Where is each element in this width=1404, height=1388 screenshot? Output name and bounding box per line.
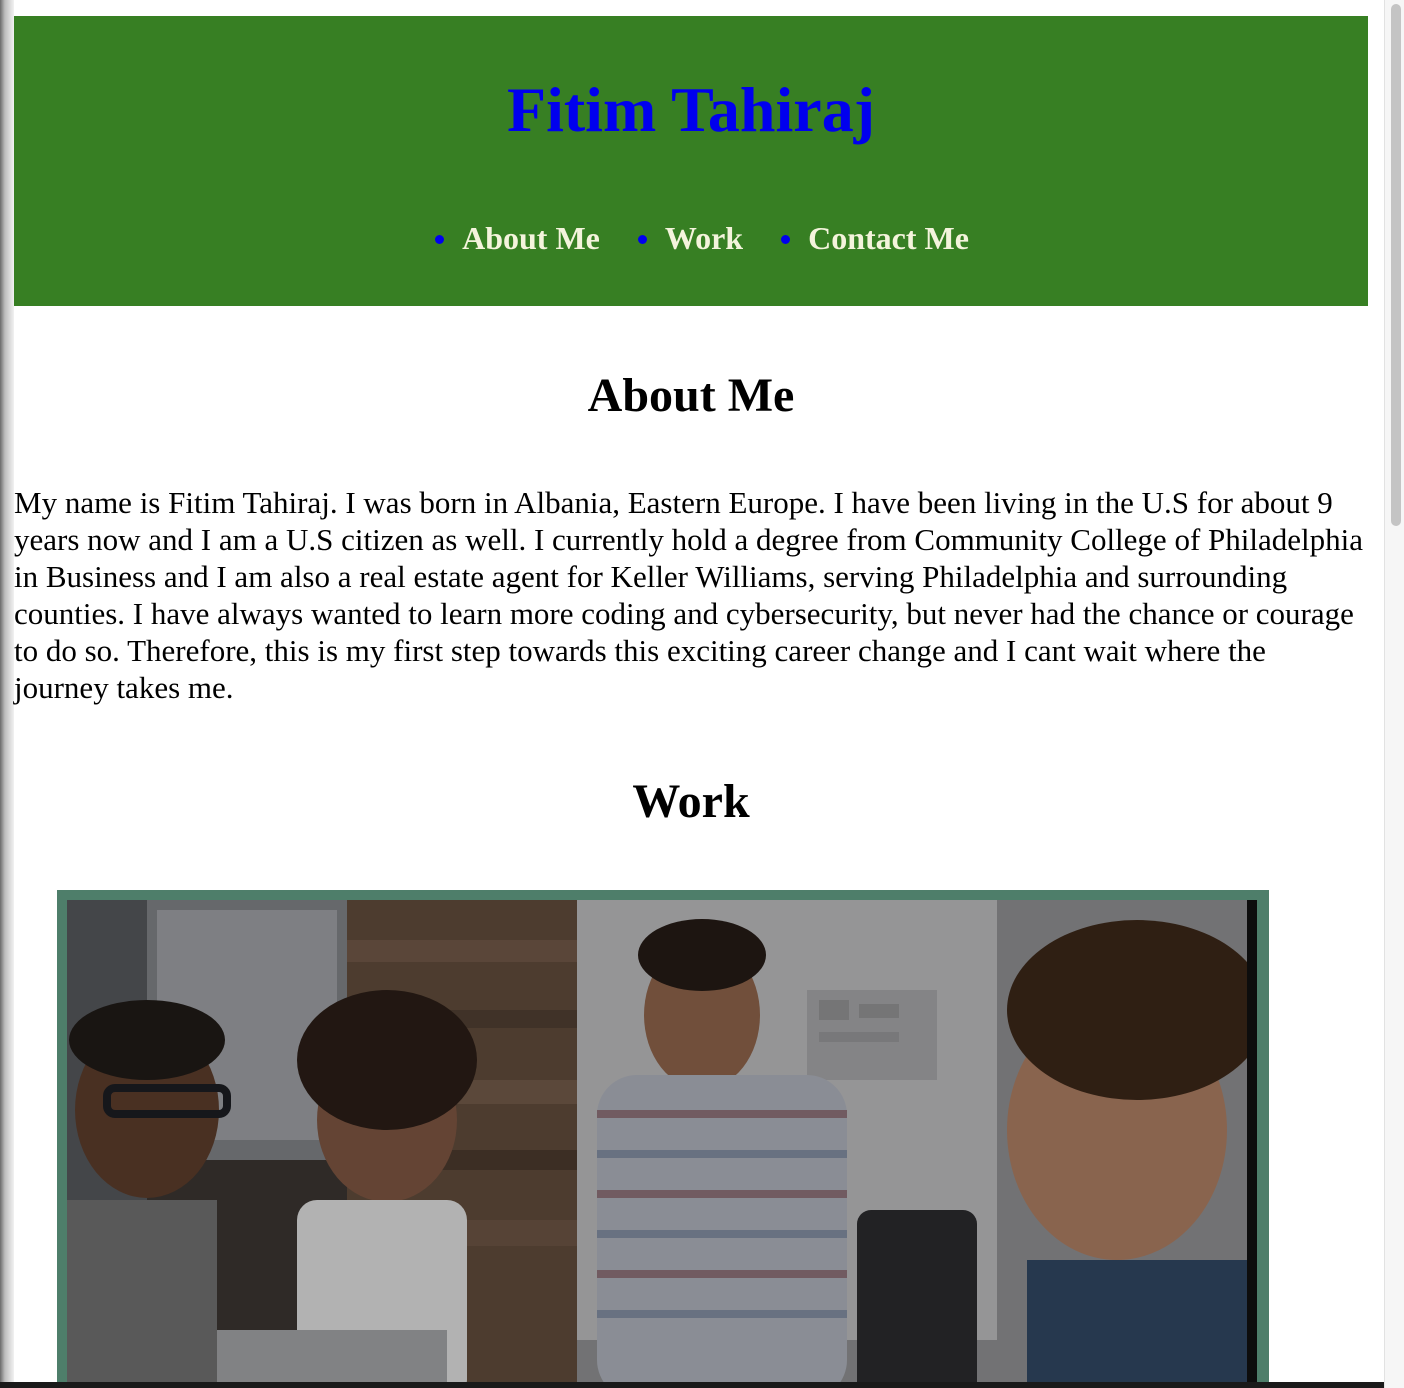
window-edge-shadow xyxy=(0,0,14,1388)
bullet-icon xyxy=(637,234,647,244)
scrollbar-thumb[interactable] xyxy=(1391,4,1401,526)
nav-link-contact[interactable]: Contact Me xyxy=(808,218,969,258)
nav-item-contact: Contact Me xyxy=(781,218,969,258)
browser-viewport: Fitim Tahiraj About Me Work Contact Me A… xyxy=(0,0,1404,1388)
top-margin xyxy=(0,0,1384,16)
about-heading: About Me xyxy=(587,369,795,422)
site-title: Fitim Tahiraj xyxy=(506,74,876,145)
about-section: About Me My name is Fitim Tahiraj. I was… xyxy=(14,368,1368,706)
main-nav: About Me Work Contact Me xyxy=(14,218,1368,258)
nav-link-work[interactable]: Work xyxy=(665,218,743,258)
nav-link-about[interactable]: About Me xyxy=(462,218,600,258)
page-content: Fitim Tahiraj About Me Work Contact Me A… xyxy=(14,16,1368,1388)
work-image-frame xyxy=(57,890,1269,1388)
nav-list: About Me Work Contact Me xyxy=(14,218,1368,258)
work-team-photo xyxy=(67,900,1257,1388)
nav-item-about: About Me xyxy=(435,218,600,258)
vertical-scrollbar[interactable] xyxy=(1384,0,1404,1388)
bullet-icon xyxy=(435,234,445,244)
about-paragraph: My name is Fitim Tahiraj. I was born in … xyxy=(14,485,1363,705)
window-bottom-edge xyxy=(0,1382,1384,1388)
nav-item-work: Work xyxy=(637,218,743,258)
work-heading: Work xyxy=(632,775,750,828)
site-header: Fitim Tahiraj About Me Work Contact Me xyxy=(14,16,1368,306)
bullet-icon xyxy=(781,234,791,244)
work-section: Work xyxy=(14,774,1368,1388)
